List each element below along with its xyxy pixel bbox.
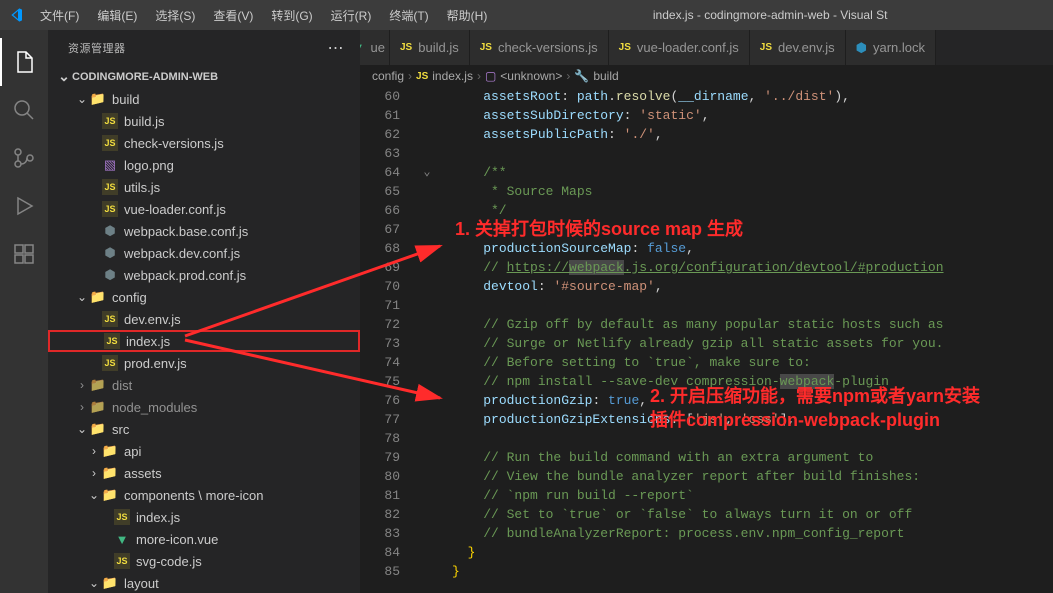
folder-item[interactable]: ›📁assets <box>48 462 360 484</box>
editor-tab[interactable]: JSbuild.js <box>390 30 470 65</box>
crumb[interactable]: index.js <box>432 69 473 83</box>
menu-item[interactable]: 帮助(H) <box>439 3 496 28</box>
window-title: index.js - codingmore-admin-web - Visual… <box>495 8 1045 22</box>
fold-icon[interactable]: ⌄ <box>420 163 434 182</box>
vscode-logo-icon <box>8 7 24 23</box>
folder-item[interactable]: ⌄📁layout <box>48 572 360 593</box>
file-item[interactable]: ⬢webpack.prod.conf.js <box>48 264 360 286</box>
explorer-root[interactable]: ⌄ CODINGMORE-ADMIN-WEB <box>48 65 360 88</box>
folder-item[interactable]: ⌄📁build <box>48 88 360 110</box>
folder-item[interactable]: ⌄📁src <box>48 418 360 440</box>
file-tree: ⌄📁buildJSbuild.jsJScheck-versions.js▧log… <box>48 88 360 593</box>
menu-item[interactable]: 查看(V) <box>205 3 261 28</box>
file-item[interactable]: JSindex.js <box>48 330 360 352</box>
file-item[interactable]: JSprod.env.js <box>48 352 360 374</box>
title-bar: 文件(F)编辑(E)选择(S)查看(V)转到(G)运行(R)终端(T)帮助(H)… <box>0 0 1053 30</box>
menu-bar: 文件(F)编辑(E)选择(S)查看(V)转到(G)运行(R)终端(T)帮助(H) <box>32 3 495 28</box>
folder-item[interactable]: ⌄📁components \ more-icon <box>48 484 360 506</box>
line-numbers: 6061626364656667686970717273747576777879… <box>360 87 420 593</box>
crumb[interactable]: <unknown> <box>500 69 562 83</box>
file-item[interactable]: JSbuild.js <box>48 110 360 132</box>
symbol-icon: ▢ <box>485 69 496 83</box>
wrench-icon: 🔧 <box>574 69 589 83</box>
crumb[interactable]: build <box>593 69 618 83</box>
explorer-sidebar: 资源管理器 ⋯ ⌄ CODINGMORE-ADMIN-WEB ⌄📁buildJS… <box>48 30 360 593</box>
file-item[interactable]: JScheck-versions.js <box>48 132 360 154</box>
menu-item[interactable]: 编辑(E) <box>89 3 145 28</box>
menu-item[interactable]: 文件(F) <box>32 3 87 28</box>
file-item[interactable]: ▼more-icon.vue <box>48 528 360 550</box>
js-icon: JS <box>416 71 428 82</box>
editor-tab[interactable]: JSvue-loader.conf.js <box>609 30 750 65</box>
folder-item[interactable]: ⌄📁config <box>48 286 360 308</box>
menu-item[interactable]: 选择(S) <box>147 3 203 28</box>
crumb[interactable]: config <box>372 69 404 83</box>
breadcrumbs[interactable]: config › JS index.js › ▢ <unknown> › 🔧 b… <box>360 65 1053 87</box>
sidebar-title: 资源管理器 <box>68 40 126 56</box>
root-label: CODINGMORE-ADMIN-WEB <box>72 71 218 83</box>
folder-item[interactable]: ›📁api <box>48 440 360 462</box>
file-item[interactable]: JSindex.js <box>48 506 360 528</box>
fold-column: ⌄ <box>420 87 434 593</box>
chevron-down-icon: ⌄ <box>56 68 72 85</box>
scm-activity[interactable] <box>0 134 48 182</box>
editor-tab[interactable]: JSdev.env.js <box>750 30 846 65</box>
file-item[interactable]: ▧logo.png <box>48 154 360 176</box>
sidebar-header: 资源管理器 ⋯ <box>48 30 360 65</box>
folder-item[interactable]: ›📁dist <box>48 374 360 396</box>
menu-item[interactable]: 终端(T) <box>381 3 436 28</box>
file-item[interactable]: ⬢webpack.dev.conf.js <box>48 242 360 264</box>
folder-item[interactable]: ›📁node_modules <box>48 396 360 418</box>
search-activity[interactable] <box>0 86 48 134</box>
code-editor[interactable]: 6061626364656667686970717273747576777879… <box>360 87 1053 593</box>
editor-tabs: ▼ueJSbuild.jsJScheck-versions.jsJSvue-lo… <box>360 30 1053 65</box>
extensions-activity[interactable] <box>0 230 48 278</box>
file-item[interactable]: ⬢webpack.base.conf.js <box>48 220 360 242</box>
file-item[interactable]: JSutils.js <box>48 176 360 198</box>
editor-tab[interactable]: ⬢yarn.lock <box>846 30 936 65</box>
menu-item[interactable]: 运行(R) <box>323 3 380 28</box>
file-item[interactable]: JSvue-loader.conf.js <box>48 198 360 220</box>
editor-tab[interactable]: JScheck-versions.js <box>470 30 609 65</box>
code-content[interactable]: assetsRoot: path.resolve(__dirname, '../… <box>434 87 1053 593</box>
editor-group: ▼ueJSbuild.jsJScheck-versions.jsJSvue-lo… <box>360 30 1053 593</box>
activity-bar <box>0 30 48 593</box>
editor-tab[interactable]: ▼ue <box>360 30 390 65</box>
file-item[interactable]: JSdev.env.js <box>48 308 360 330</box>
debug-activity[interactable] <box>0 182 48 230</box>
sidebar-more-icon[interactable]: ⋯ <box>328 38 345 58</box>
explorer-activity[interactable] <box>0 38 48 86</box>
menu-item[interactable]: 转到(G) <box>263 3 320 28</box>
file-item[interactable]: JSsvg-code.js <box>48 550 360 572</box>
